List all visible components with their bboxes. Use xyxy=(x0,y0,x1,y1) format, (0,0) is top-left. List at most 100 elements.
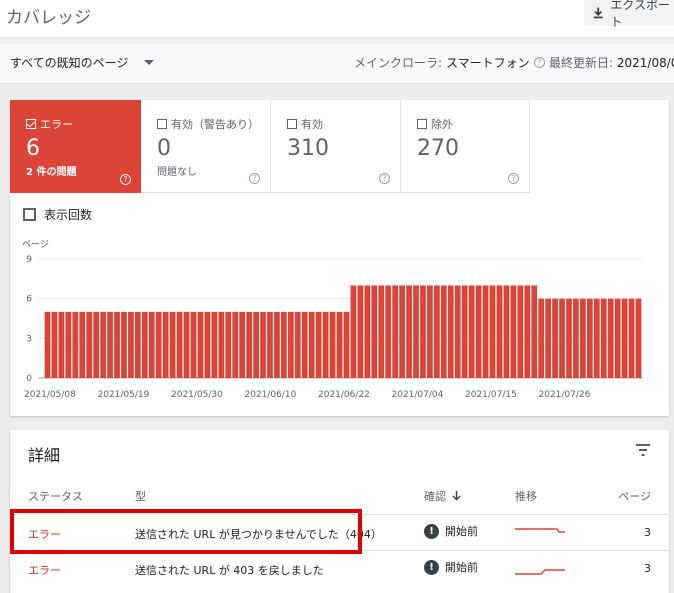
filter-icon[interactable] xyxy=(636,444,650,456)
bar xyxy=(420,285,426,378)
bar xyxy=(447,285,454,378)
bar xyxy=(566,298,572,378)
x-tick-label: 2021/05/30 xyxy=(171,390,223,400)
row-validation-label: 開始前 xyxy=(445,561,478,574)
x-tick-label: 2021/07/26 xyxy=(539,390,591,400)
trend-sparkline xyxy=(515,569,565,575)
details-title: 詳細 xyxy=(28,446,61,465)
trend-sparkline xyxy=(515,528,565,533)
bar xyxy=(322,311,329,378)
tile-valid[interactable]: 有効 310 ? xyxy=(271,100,401,193)
bar xyxy=(72,311,79,378)
tile-valid-label: 有効 xyxy=(301,118,323,131)
row-status: エラー xyxy=(28,528,61,541)
bar xyxy=(190,311,197,378)
page-title: カバレッジ xyxy=(6,8,91,28)
row-type: 送信された URL が 403 を戻しました xyxy=(135,564,324,577)
tile-excluded[interactable]: 除外 270 ? xyxy=(401,100,530,193)
bar xyxy=(524,285,531,378)
bar xyxy=(336,311,343,378)
download-icon xyxy=(593,7,603,19)
bar xyxy=(148,311,155,378)
tile-excluded-value: 270 xyxy=(417,136,459,161)
bar xyxy=(155,311,162,378)
help-icon[interactable]: ? xyxy=(508,173,519,184)
bar xyxy=(489,285,496,378)
bar xyxy=(232,311,239,378)
page-filter-select[interactable]: すべての既知のページ xyxy=(10,54,155,71)
bar xyxy=(308,311,315,378)
bar xyxy=(475,285,482,378)
export-button[interactable]: エクスポート xyxy=(584,0,674,29)
bar xyxy=(287,311,294,378)
bar xyxy=(329,311,336,378)
col-trend[interactable]: 推移 xyxy=(515,488,537,504)
bar xyxy=(350,285,357,378)
bar xyxy=(253,311,259,378)
col-validation-header[interactable]: 確認 xyxy=(424,488,461,504)
x-tick-label: 2021/06/22 xyxy=(318,390,370,400)
col-validation: 確認 xyxy=(424,490,446,503)
help-icon[interactable]: ? xyxy=(379,173,390,184)
tile-valid-header: 有効 xyxy=(287,116,400,132)
bar xyxy=(93,311,100,378)
table-row[interactable]: エラー 送信された URL が見つかりませんでした（404） ! 開始前 3 xyxy=(10,514,669,550)
bar xyxy=(134,311,141,378)
filter-bar: すべての既知のページ メインクローラ: スマートフォン ? 最終更新日: 202… xyxy=(0,44,674,84)
caret-down-icon xyxy=(144,60,155,65)
col-pages[interactable]: ページ xyxy=(618,488,651,504)
y-tick-label: 6 xyxy=(26,295,32,305)
impressions-toggle[interactable]: 表示回数 xyxy=(23,206,92,223)
row-pages: 3 xyxy=(644,562,651,575)
bar xyxy=(141,311,148,378)
x-tick-label: 2021/05/08 xyxy=(24,390,76,400)
col-status[interactable]: ステータス xyxy=(28,488,83,504)
bar xyxy=(385,285,392,378)
help-icon[interactable]: ? xyxy=(249,173,260,184)
bar xyxy=(573,298,579,378)
bar xyxy=(378,285,385,378)
bar xyxy=(600,298,607,378)
tile-valid-value: 310 xyxy=(287,136,329,161)
bar xyxy=(517,285,524,378)
bar xyxy=(538,298,545,378)
help-icon[interactable]: ? xyxy=(533,57,545,68)
page-filter-value: すべての既知のページ xyxy=(10,56,129,70)
tile-error[interactable]: エラー 6 2 件の問題 ? xyxy=(10,100,141,193)
row-validation: ! 開始前 xyxy=(424,559,478,575)
table-row[interactable]: エラー 送信された URL が 403 を戻しました ! 開始前 3 xyxy=(10,550,669,586)
tile-valid-warning[interactable]: 有効（警告あり） 0 問題なし ? xyxy=(141,100,271,193)
last-updated: 最終更新日: 2021/08/05 xyxy=(549,54,674,71)
tile-error-checkbox[interactable] xyxy=(26,119,36,129)
tile-valid-warning-header: 有効（警告あり） xyxy=(157,116,270,132)
help-icon[interactable]: ? xyxy=(120,174,131,185)
bar xyxy=(315,311,322,378)
bar xyxy=(107,311,113,378)
bar xyxy=(496,285,503,378)
bar xyxy=(552,298,558,378)
tile-excluded-checkbox[interactable] xyxy=(417,119,427,129)
alert-icon: ! xyxy=(424,559,439,575)
y-axis-label: ページ xyxy=(22,240,49,250)
tile-error-header: エラー xyxy=(26,116,141,132)
col-type[interactable]: 型 xyxy=(135,488,146,504)
row-type: 送信された URL が見つかりませんでした（404） xyxy=(135,528,382,541)
bar xyxy=(114,311,120,378)
bar xyxy=(239,311,246,378)
bar xyxy=(440,285,447,378)
alert-icon: ! xyxy=(424,523,439,539)
impressions-checkbox[interactable] xyxy=(23,208,36,221)
tile-valid-warning-label: 有効（警告あり） xyxy=(171,118,259,131)
arrow-down-icon xyxy=(452,491,461,501)
bar xyxy=(371,285,378,378)
tile-valid-checkbox[interactable] xyxy=(287,119,297,129)
tile-valid-warning-checkbox[interactable] xyxy=(157,119,167,129)
y-tick-label: 9 xyxy=(26,255,32,265)
bar xyxy=(614,298,621,378)
row-status: エラー xyxy=(28,564,61,577)
bar xyxy=(406,285,412,378)
bar xyxy=(635,298,642,378)
tile-error-value: 6 xyxy=(26,136,40,161)
bar xyxy=(545,298,552,378)
row-validation-label: 開始前 xyxy=(445,525,478,538)
